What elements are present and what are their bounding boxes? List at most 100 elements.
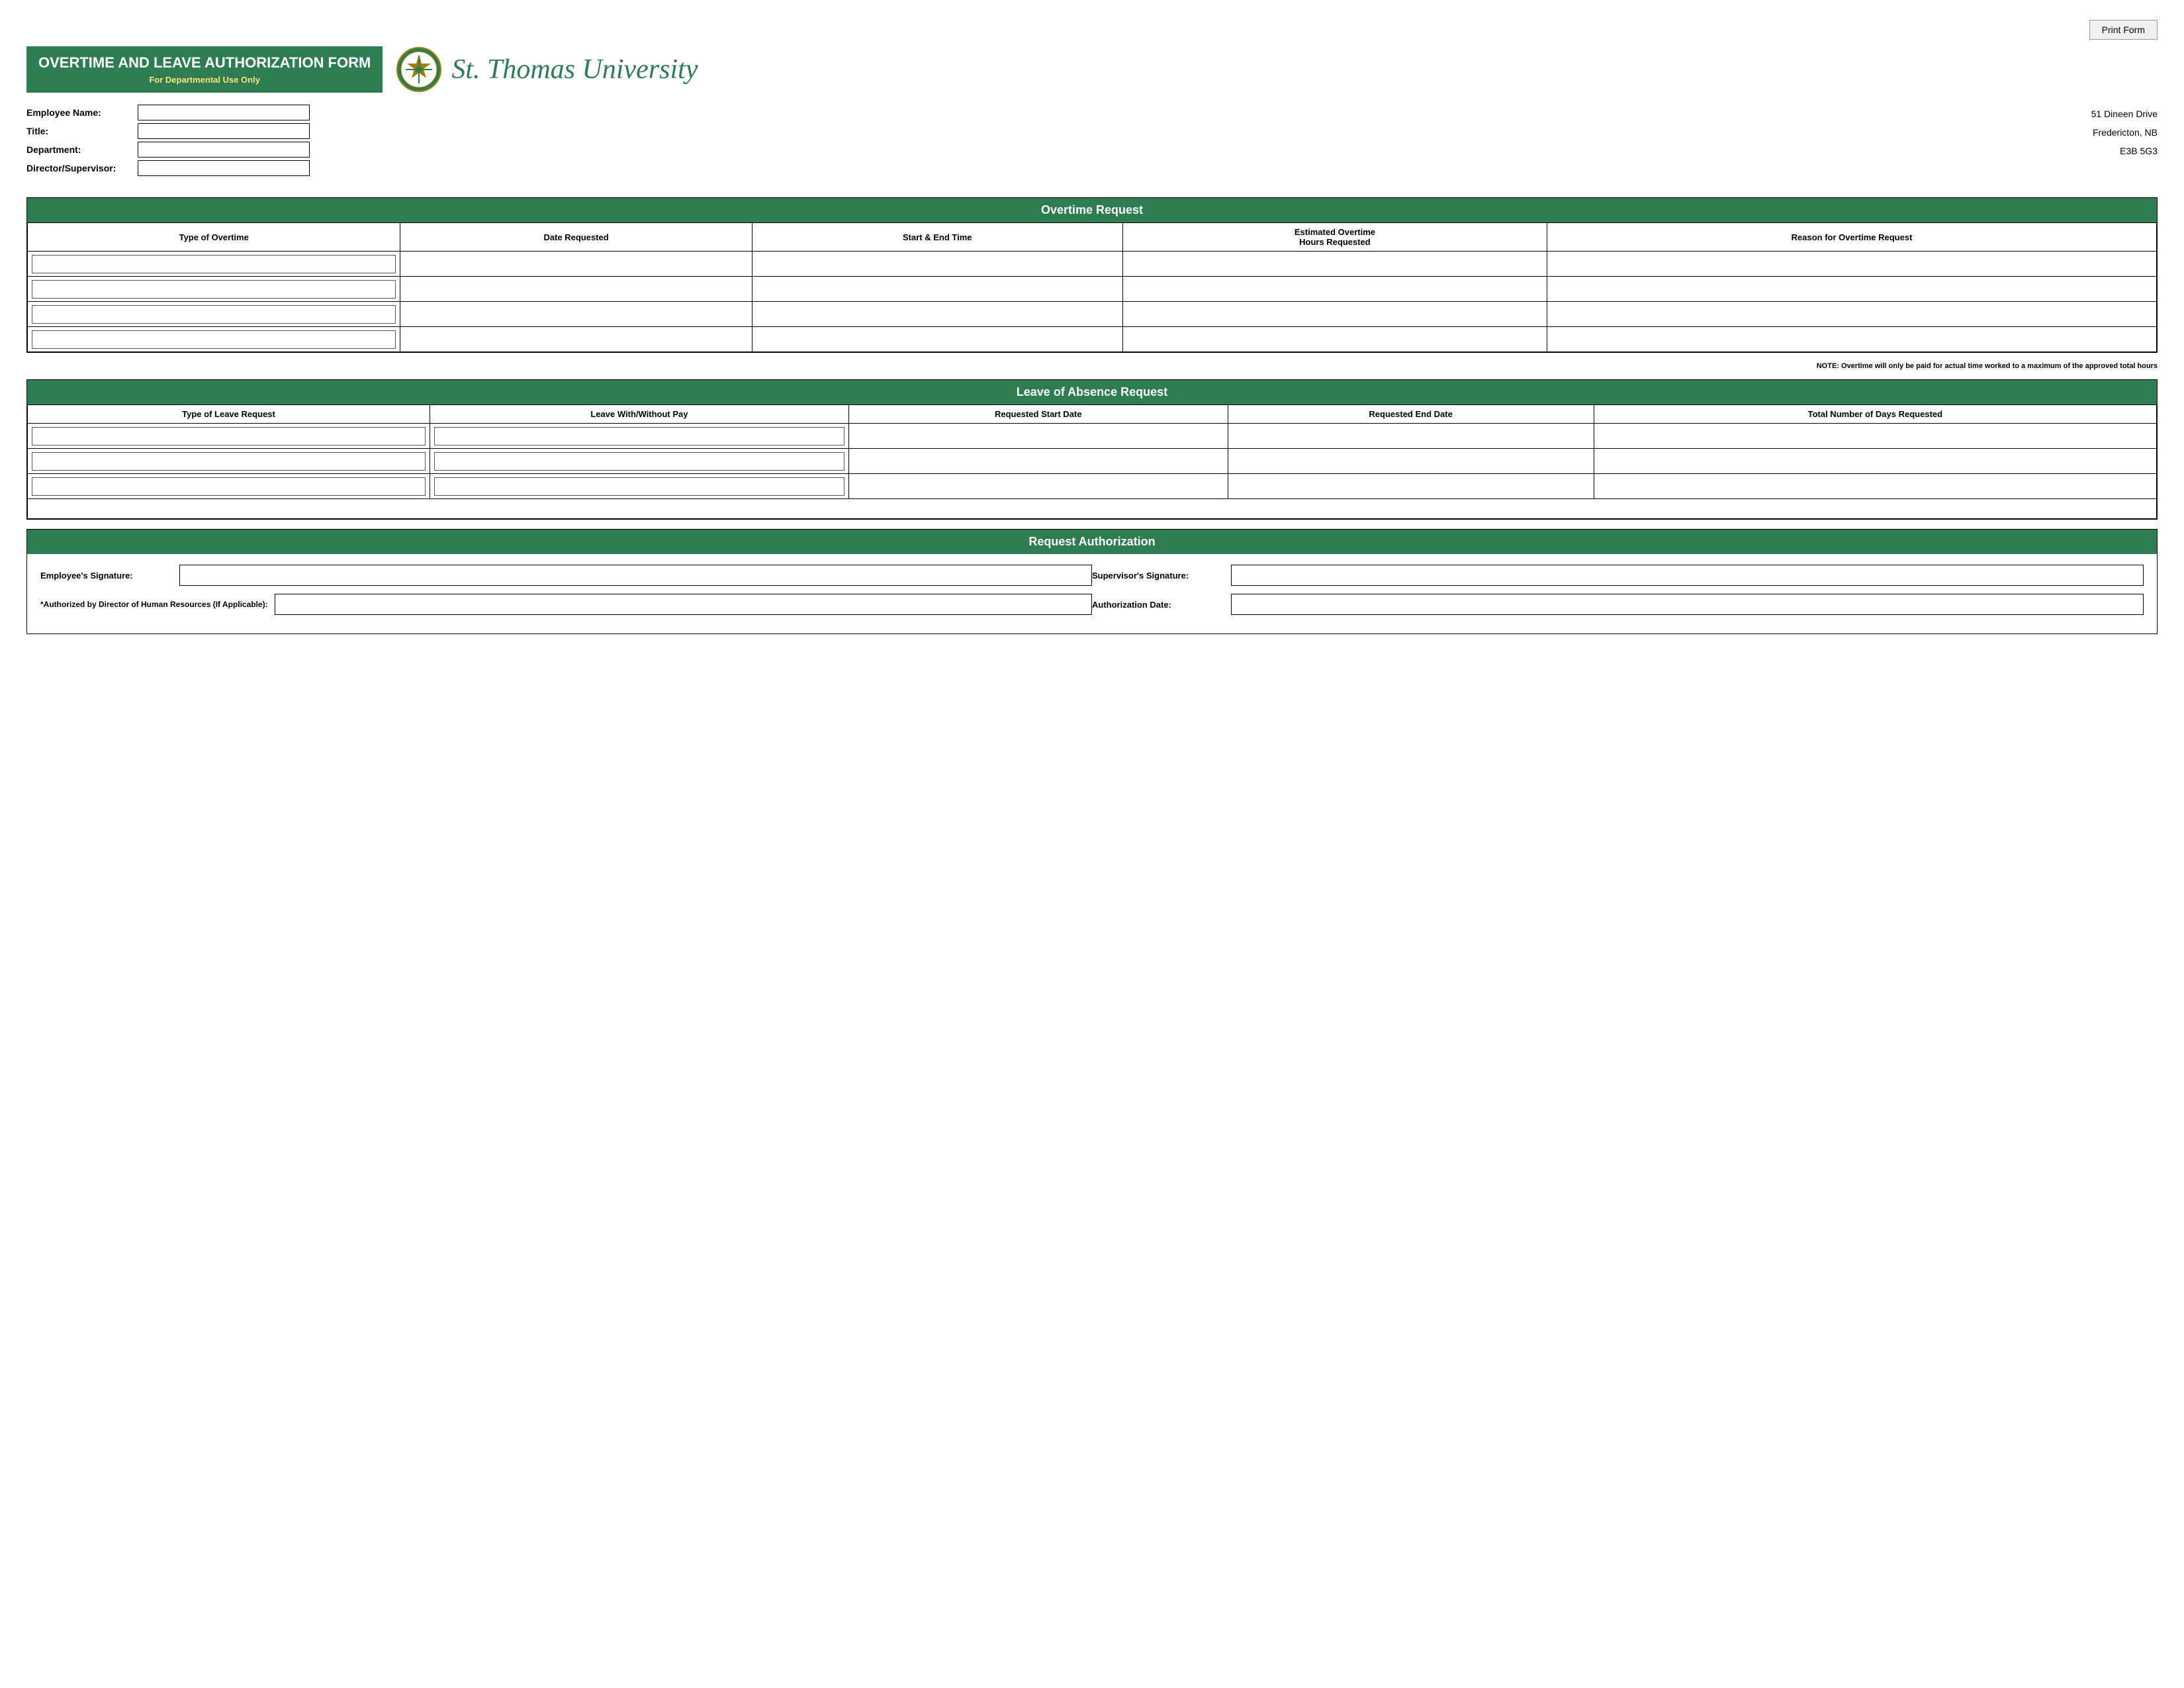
ot-reason-cell-1[interactable] (1547, 252, 2157, 277)
ot-date-cell-2[interactable] (400, 277, 752, 302)
leave-col-1: Type of Leave Request (28, 405, 430, 424)
table-row (28, 424, 2157, 449)
form-header-block: OVERTIME AND LEAVE AUTHORIZATION FORM Fo… (26, 46, 383, 92)
ot-hours-cell-3[interactable] (1122, 302, 1547, 327)
overtime-col-1: Type of Overtime (28, 223, 400, 252)
ot-hours-cell-4[interactable] (1122, 327, 1547, 352)
overtime-col-3: Start & End Time (752, 223, 1122, 252)
lv-end-cell-1[interactable] (1228, 424, 1594, 449)
employee-info-section: Employee Name: Title: Department: Direct… (26, 105, 371, 176)
title-label: Title: (26, 126, 132, 136)
signature-grid: Employee's Signature: *Authorized by Dir… (27, 554, 2157, 633)
supervisor-sig-input[interactable] (1231, 565, 2144, 586)
ot-reason-cell-2[interactable] (1547, 277, 2157, 302)
ot-date-cell-1[interactable] (400, 252, 752, 277)
table-row (28, 302, 2157, 327)
supervisor-sig-label: Supervisor's Signature: (1092, 571, 1224, 581)
authorization-section-header: Request Authorization (27, 530, 2157, 554)
address-line1: 51 Dineen Drive (2025, 105, 2158, 123)
ot-date-cell-4[interactable] (400, 327, 752, 352)
department-row: Department: (26, 142, 371, 158)
lv-type-cell-3[interactable] (28, 474, 430, 499)
ot-hours-cell-2[interactable] (1122, 277, 1547, 302)
ot-hours-cell-1[interactable] (1122, 252, 1547, 277)
lv-days-cell-3[interactable] (1594, 474, 2156, 499)
table-row (28, 277, 2157, 302)
lv-end-cell-3[interactable] (1228, 474, 1594, 499)
leave-col-2: Leave With/Without Pay (430, 405, 848, 424)
leave-col-3: Requested Start Date (848, 405, 1228, 424)
employee-name-input[interactable] (138, 105, 310, 120)
authorized-input[interactable] (275, 594, 1092, 615)
department-label: Department: (26, 144, 132, 155)
employee-sig-row: Employee's Signature: (40, 565, 1092, 586)
ot-time-cell-1[interactable] (752, 252, 1122, 277)
ot-reason-cell-3[interactable] (1547, 302, 2157, 327)
overtime-section: Overtime Request Type of Overtime Date R… (26, 197, 2158, 353)
table-row-empty (28, 499, 2157, 519)
table-row (28, 252, 2157, 277)
leave-col-5: Total Number of Days Requested (1594, 405, 2156, 424)
ot-reason-cell-4[interactable] (1547, 327, 2157, 352)
auth-date-label: Authorization Date: (1092, 600, 1224, 610)
lv-pay-cell-3[interactable] (430, 474, 848, 499)
overtime-col-5: Reason for Overtime Request (1547, 223, 2157, 252)
employee-sig-label: Employee's Signature: (40, 571, 173, 581)
overtime-section-header: Overtime Request (27, 198, 2157, 222)
address-block: 51 Dineen Drive Fredericton, NB E3B 5G3 (2025, 105, 2158, 160)
supervisor-sig-area: Supervisor's Signature: Authorization Da… (1092, 565, 2144, 623)
leave-section-header: Leave of Absence Request (27, 380, 2157, 404)
director-input[interactable] (138, 160, 310, 176)
crest-icon (396, 46, 442, 93)
lv-days-cell-1[interactable] (1594, 424, 2156, 449)
overtime-note: NOTE: Overtime will only be paid for act… (26, 362, 2158, 370)
lv-days-cell-2[interactable] (1594, 449, 2156, 474)
ot-type-cell-1[interactable] (28, 252, 400, 277)
supervisor-sig-row: Supervisor's Signature: (1092, 565, 2144, 586)
table-row (28, 327, 2157, 352)
ot-type-cell-4[interactable] (28, 327, 400, 352)
lv-type-cell-2[interactable] (28, 449, 430, 474)
ot-time-cell-2[interactable] (752, 277, 1122, 302)
overtime-col-2: Date Requested (400, 223, 752, 252)
ot-type-cell-3[interactable] (28, 302, 400, 327)
lv-pay-cell-1[interactable] (430, 424, 848, 449)
print-button[interactable]: Print Form (2089, 20, 2158, 40)
director-label: Director/Supervisor: (26, 163, 132, 173)
ot-date-cell-3[interactable] (400, 302, 752, 327)
lv-pay-cell-2[interactable] (430, 449, 848, 474)
title-input[interactable] (138, 123, 310, 139)
department-input[interactable] (138, 142, 310, 158)
auth-date-input[interactable] (1231, 594, 2144, 615)
ot-time-cell-3[interactable] (752, 302, 1122, 327)
table-row (28, 449, 2157, 474)
ot-time-cell-4[interactable] (752, 327, 1122, 352)
table-row (28, 474, 2157, 499)
overtime-table: Type of Overtime Date Requested Start & … (27, 222, 2157, 352)
employee-sig-area: Employee's Signature: *Authorized by Dir… (40, 565, 1092, 623)
leave-col-4: Requested End Date (1228, 405, 1594, 424)
employee-name-label: Employee Name: (26, 107, 132, 118)
lv-start-cell-2[interactable] (848, 449, 1228, 474)
university-logo-area: St. Thomas University (396, 46, 698, 93)
authorized-row: *Authorized by Director of Human Resourc… (40, 594, 1092, 615)
lv-end-cell-2[interactable] (1228, 449, 1594, 474)
lv-start-cell-1[interactable] (848, 424, 1228, 449)
address-line3: E3B 5G3 (2025, 142, 2158, 160)
auth-date-row: Authorization Date: (1092, 594, 2144, 615)
authorized-label: *Authorized by Director of Human Resourc… (40, 600, 268, 609)
form-subtitle: For Departmental Use Only (38, 75, 371, 85)
leave-section: Leave of Absence Request Type of Leave R… (26, 379, 2158, 520)
employee-sig-input[interactable] (179, 565, 1092, 586)
ot-type-cell-2[interactable] (28, 277, 400, 302)
lv-type-cell-1[interactable] (28, 424, 430, 449)
form-title: OVERTIME AND LEAVE AUTHORIZATION FORM (38, 54, 371, 71)
authorization-section: Request Authorization Employee's Signatu… (26, 529, 2158, 634)
lv-start-cell-3[interactable] (848, 474, 1228, 499)
address-line2: Fredericton, NB (2025, 123, 2158, 142)
overtime-col-4: Estimated OvertimeHours Requested (1122, 223, 1547, 252)
university-name: St. Thomas University (451, 54, 698, 85)
employee-name-row: Employee Name: (26, 105, 371, 120)
director-row: Director/Supervisor: (26, 160, 371, 176)
leave-table: Type of Leave Request Leave With/Without… (27, 404, 2157, 519)
